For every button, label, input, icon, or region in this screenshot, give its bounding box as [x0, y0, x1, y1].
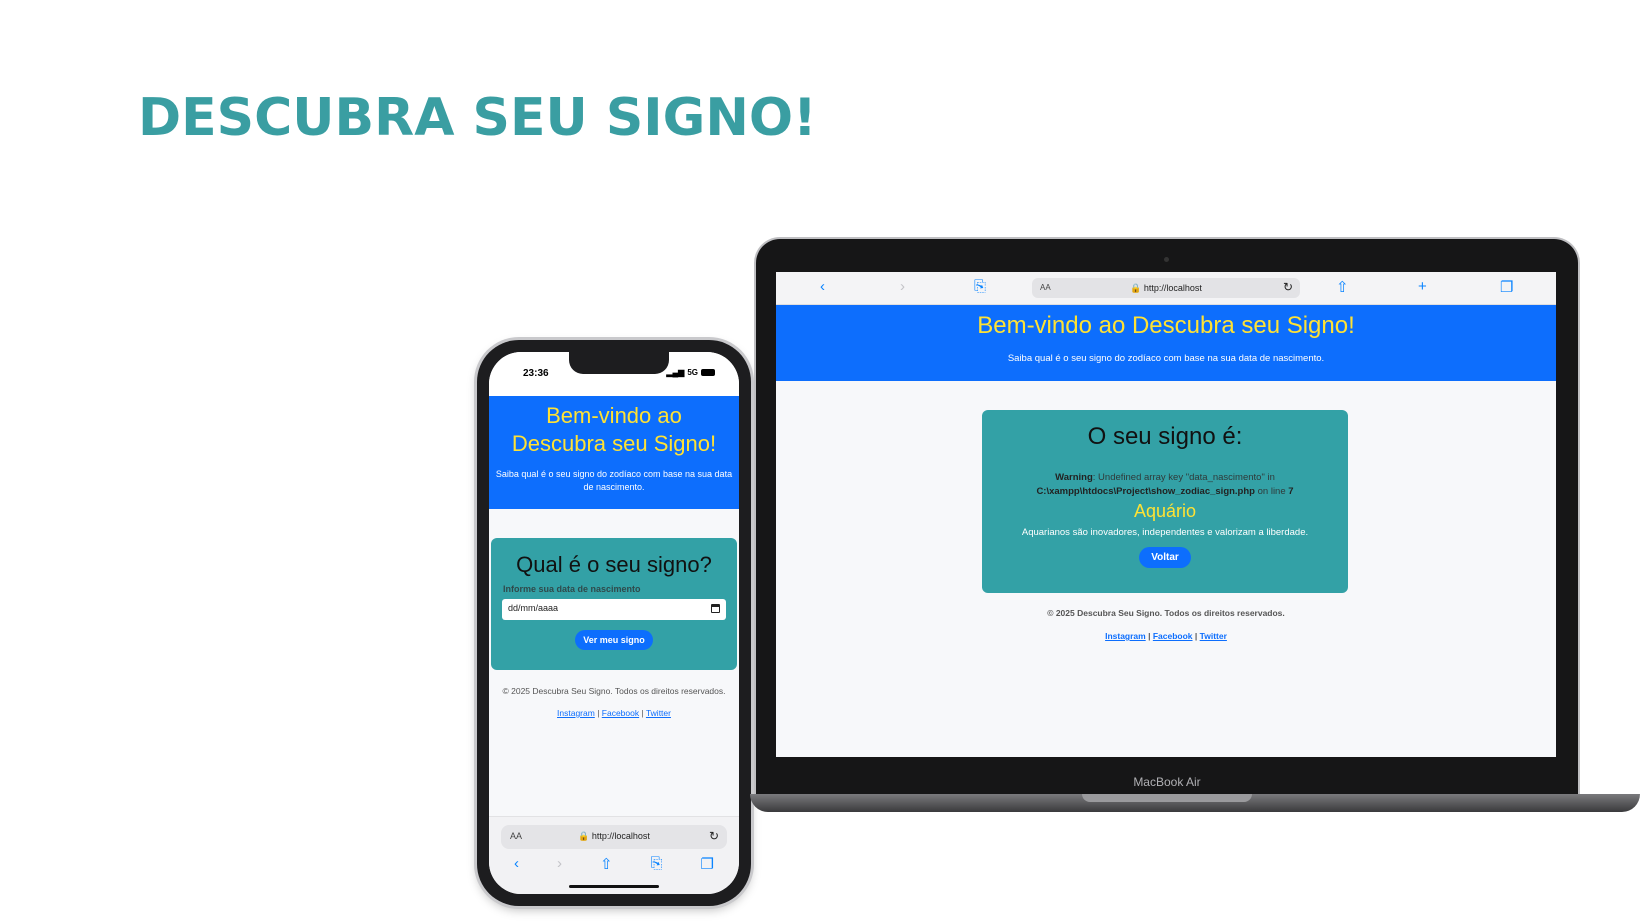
- warning-line-text: on line: [1254, 486, 1289, 497]
- safari-bottom-bar: AA 🔒 http://localhost ↻ ‹ › ⇧ ⎘ ❐: [489, 816, 739, 894]
- back-button[interactable]: Voltar: [1139, 547, 1191, 568]
- reload-icon[interactable]: ↻: [709, 829, 719, 843]
- address-bar[interactable]: AA 🔒 http://localhost ↻: [1032, 278, 1300, 298]
- share-icon[interactable]: ⇧: [1336, 278, 1349, 296]
- laptop-hinge-notch: [1082, 794, 1252, 802]
- footer-links: Instagram | Facebook | Twitter: [776, 631, 1556, 641]
- share-icon[interactable]: ⇧: [600, 855, 613, 873]
- address-text: 🔒 http://localhost: [1130, 283, 1202, 293]
- birthdate-label: Informe sua data de nascimento: [503, 584, 641, 594]
- url-text: http://localhost: [1143, 283, 1202, 293]
- forward-icon[interactable]: ›: [557, 855, 562, 873]
- phone-notch: [569, 352, 669, 374]
- site-header: Bem-vindo ao Descubra seu Signo! Saiba q…: [489, 396, 739, 509]
- battery-icon: [701, 369, 715, 376]
- laptop-screen: ‹ › ⎘ AA 🔒 http://localhost ↻ ⇧ + ❐ Bem-…: [776, 272, 1556, 757]
- header-subtitle: Saiba qual é o seu signo do zodíaco com …: [1007, 353, 1325, 364]
- calendar-icon[interactable]: [711, 604, 720, 613]
- status-time: 23:36: [523, 368, 549, 379]
- instagram-link[interactable]: Instagram: [1105, 631, 1146, 641]
- new-tab-icon[interactable]: +: [1418, 278, 1427, 295]
- warning-line: 7: [1288, 486, 1294, 497]
- header-subtitle: Saiba qual é o seu signo do zodíaco com …: [495, 469, 733, 492]
- footer-copyright: © 2025 Descubra Seu Signo. Todos os dire…: [502, 686, 726, 696]
- forward-icon[interactable]: ›: [900, 278, 905, 295]
- address-bar[interactable]: AA 🔒 http://localhost ↻: [501, 825, 727, 849]
- result-heading: O seu signo é:: [1087, 423, 1243, 450]
- phone-status-bar: 23:36 ▂▄▆ 5G: [489, 352, 739, 396]
- header-title: Bem-vindo ao Descubra seu Signo!: [511, 403, 717, 456]
- status-indicators: ▂▄▆ 5G: [666, 368, 715, 377]
- birthdate-input[interactable]: dd/mm/aaaa: [502, 599, 726, 620]
- sign-result-card: O seu signo é: Warning: Undefined array …: [982, 410, 1348, 593]
- slide: DESCUBRA SEU SIGNO! 23:36 ▂▄▆ 5G Bem-vin…: [0, 0, 1640, 924]
- safari-top-bar: ‹ › ⎘ AA 🔒 http://localhost ↻ ⇧ + ❐: [776, 272, 1556, 305]
- bookmarks-icon[interactable]: ⎘: [651, 855, 663, 873]
- address-text: 🔒 http://localhost: [578, 831, 650, 841]
- birthdate-placeholder: dd/mm/aaaa: [508, 603, 559, 613]
- warning-path: C:\xampp\htdocs\Project\show_zodiac_sign…: [1036, 486, 1255, 497]
- home-indicator: [569, 885, 659, 888]
- header-title: Bem-vindo ao Descubra seu Signo!: [977, 312, 1355, 339]
- back-icon[interactable]: ‹: [820, 278, 825, 295]
- link-separator: |: [1194, 631, 1198, 641]
- network-label: 5G: [687, 368, 698, 377]
- footer-links: Instagram | Facebook | Twitter: [489, 708, 739, 718]
- bookmarks-icon[interactable]: ⎘: [974, 278, 986, 295]
- safari-toolbar: ‹ › ⇧ ⎘ ❐: [489, 855, 739, 873]
- facebook-link[interactable]: Facebook: [602, 708, 639, 718]
- slide-title: DESCUBRA SEU SIGNO!: [138, 88, 817, 148]
- reload-icon[interactable]: ↻: [1283, 280, 1293, 294]
- laptop-mockup: ‹ › ⎘ AA 🔒 http://localhost ↻ ⇧ + ❐ Bem-…: [756, 239, 1578, 794]
- zodiac-sign-name: Aquário: [1133, 501, 1197, 521]
- warning-text: : Undefined array key "data_nascimento" …: [1092, 472, 1275, 483]
- laptop-model-label: MacBook Air: [1133, 775, 1201, 789]
- tabs-icon[interactable]: ❐: [1500, 278, 1513, 296]
- footer-copyright: © 2025 Descubra Seu Signo. Todos os dire…: [1047, 608, 1285, 618]
- phone-screen: 23:36 ▂▄▆ 5G Bem-vindo ao Descubra seu S…: [489, 352, 739, 894]
- back-icon[interactable]: ‹: [514, 855, 519, 873]
- signal-icon: ▂▄▆: [666, 368, 685, 377]
- sign-form-card: Qual é o seu signo? Informe sua data de …: [491, 538, 737, 670]
- instagram-link[interactable]: Instagram: [557, 708, 595, 718]
- facebook-link[interactable]: Facebook: [1153, 631, 1193, 641]
- link-separator: |: [1148, 631, 1151, 641]
- submit-sign-button[interactable]: Ver meu signo: [575, 630, 653, 650]
- zodiac-sign-description: Aquarianos são inovadores, independentes…: [1021, 527, 1309, 538]
- site-header: Bem-vindo ao Descubra seu Signo! Saiba q…: [776, 305, 1556, 381]
- tabs-icon[interactable]: ❐: [701, 855, 714, 873]
- url-text: http://localhost: [591, 831, 650, 841]
- link-separator: |: [641, 708, 644, 718]
- camera-dot: [1164, 257, 1169, 262]
- warning-label: Warning: [1055, 472, 1093, 483]
- php-warning: Warning: Undefined array key "data_nasci…: [982, 471, 1348, 499]
- form-heading: Qual é o seu signo?: [516, 552, 712, 577]
- link-separator: |: [597, 708, 600, 718]
- twitter-link[interactable]: Twitter: [1200, 631, 1227, 641]
- twitter-link[interactable]: Twitter: [646, 708, 671, 718]
- phone-mockup: 23:36 ▂▄▆ 5G Bem-vindo ao Descubra seu S…: [477, 340, 751, 906]
